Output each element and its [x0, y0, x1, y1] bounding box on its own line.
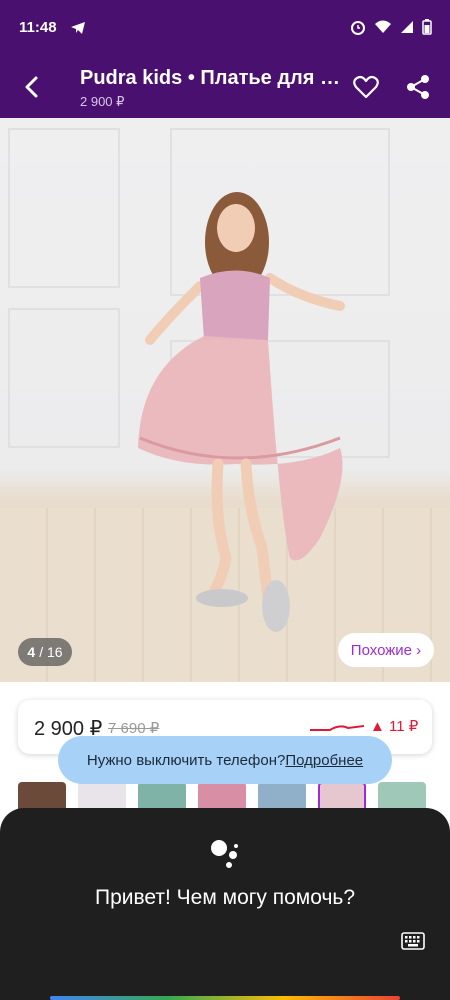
photo-current: 4	[27, 644, 36, 660]
price-change: ▲ 11 ₽	[370, 718, 419, 735]
photo-counter: 4 / 16	[18, 638, 72, 666]
wifi-icon	[375, 20, 391, 33]
status-bar: 11:48	[0, 0, 450, 56]
app-bar: Pudra kids • Платье для девочки 2 900 ₽	[0, 56, 450, 118]
girl-in-dress-image	[138, 192, 345, 632]
signal-icon	[401, 21, 413, 33]
power-off-toast: Нужно выключить телефон? Подробнее	[58, 736, 392, 784]
telegram-icon	[71, 22, 85, 34]
assistant-sheet: Привет! Чем могу помочь?	[0, 808, 450, 1000]
status-time: 11:48	[19, 19, 57, 36]
share-icon[interactable]	[404, 73, 432, 101]
back-arrow-icon[interactable]	[18, 72, 46, 102]
assistant-greeting: Привет! Чем могу помочь?	[94, 886, 356, 909]
similar-button[interactable]: Похожие ›	[338, 633, 434, 667]
header-price: 2 900 ₽	[80, 94, 125, 109]
photo-total: / 16	[39, 644, 63, 660]
alarm-icon	[351, 21, 365, 35]
status-icons	[350, 19, 432, 35]
heart-icon[interactable]	[352, 73, 380, 101]
keyboard-icon[interactable]	[401, 932, 425, 950]
product-title: Pudra kids • Платье для девочки	[80, 67, 342, 89]
product-photo[interactable]: 4 / 16 Похожие ›	[0, 118, 450, 682]
old-price: 7 690 ₽	[108, 720, 160, 737]
battery-icon	[422, 19, 432, 35]
price-trend-chart-icon	[310, 725, 364, 731]
toast-text: Нужно выключить телефон?	[86, 751, 286, 769]
google-assistant-icon	[211, 840, 238, 868]
toast-learn-more-link[interactable]: Подробнее	[285, 752, 363, 769]
assistant-glow-bar	[50, 996, 400, 1000]
